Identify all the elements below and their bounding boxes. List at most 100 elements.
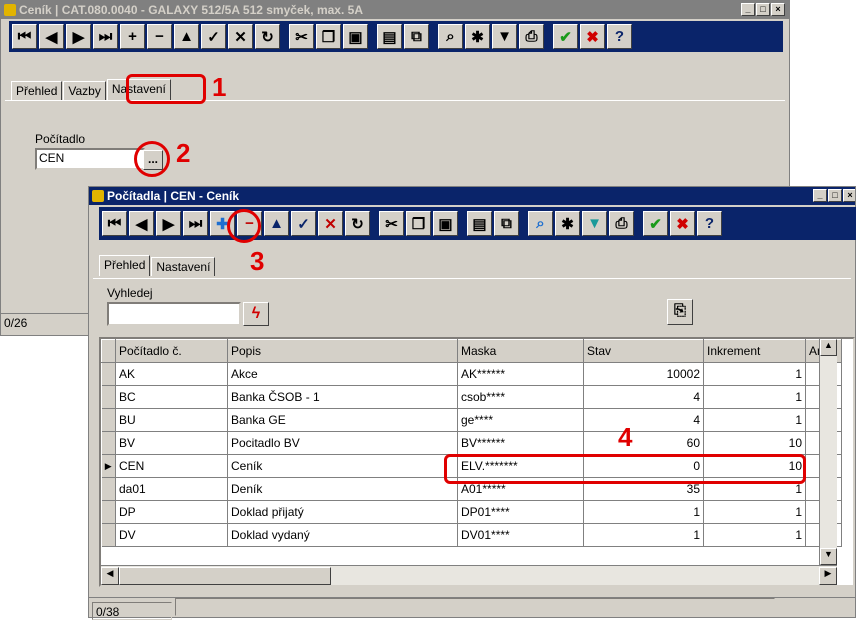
refresh-icon[interactable]: ↻ (255, 24, 280, 49)
first-record-icon[interactable]: ⏮ (12, 24, 37, 49)
table-row[interactable]: DV Doklad vydaný DV01**** 1 1 (101, 523, 842, 547)
tab-settings[interactable]: Nastavení (151, 257, 216, 276)
confirm-icon[interactable]: ✓ (291, 211, 316, 236)
close-button[interactable]: × (843, 189, 855, 202)
cell-code[interactable]: BV (115, 431, 228, 455)
cell-description[interactable]: Deník (227, 477, 458, 501)
search-input[interactable] (107, 302, 241, 326)
counter-field[interactable]: CEN (35, 148, 145, 170)
search-icon[interactable]: ⌕ (438, 24, 463, 49)
ok-icon[interactable]: ✔ (553, 24, 578, 49)
filter-icon[interactable]: ▼ (492, 24, 517, 49)
next-record-icon[interactable]: ▶ (66, 24, 91, 49)
maximize-button[interactable]: □ (756, 3, 770, 16)
cell-description[interactable]: Ceník (227, 454, 458, 478)
search-icon[interactable]: ⌕ (528, 211, 553, 236)
scroll-thumb[interactable] (119, 567, 331, 585)
next-record-icon[interactable]: ▶ (156, 211, 181, 236)
table-row[interactable]: BU Banka GE ge**** 4 1 (101, 408, 842, 432)
back-window-titlebar[interactable]: Ceník | CAT.080.0040 - GALAXY 512/5A 512… (1, 1, 789, 19)
link-icon[interactable]: ⧉ (494, 211, 519, 236)
print-icon[interactable]: ⎙ (609, 211, 634, 236)
cell-code[interactable]: DP (115, 500, 228, 524)
first-record-icon[interactable]: ⏮ (102, 211, 127, 236)
tool-icon[interactable]: ✂ (289, 24, 314, 49)
cell-code[interactable]: da01 (115, 477, 228, 501)
document-search-button[interactable]: ⎘ (667, 299, 693, 325)
cancel-icon[interactable]: ✕ (318, 211, 343, 236)
front-window-titlebar[interactable]: Počítadla | CEN - Ceník _ □ × (89, 187, 855, 205)
cell-mask[interactable]: ge**** (457, 408, 584, 432)
close-form-icon[interactable]: ✖ (580, 24, 605, 49)
settings-icon[interactable]: ✱ (555, 211, 580, 236)
prev-record-icon[interactable]: ◀ (129, 211, 154, 236)
copy-icon[interactable]: ❐ (316, 24, 341, 49)
column-header-state[interactable]: Stav (583, 339, 704, 363)
cancel-icon[interactable]: ✕ (228, 24, 253, 49)
table-row[interactable]: BC Banka ČSOB - 1 csob**** 4 1 (101, 385, 842, 409)
confirm-icon[interactable]: ✓ (201, 24, 226, 49)
cell-state[interactable]: 4 (583, 385, 704, 409)
book-icon[interactable]: ▤ (467, 211, 492, 236)
book-icon[interactable]: ▤ (377, 24, 402, 49)
cell-state[interactable]: 4 (583, 408, 704, 432)
cell-mask[interactable]: csob**** (457, 385, 584, 409)
close-button[interactable]: × (771, 3, 785, 16)
filter-icon[interactable]: ▼ (582, 211, 607, 236)
copy-icon[interactable]: ❐ (406, 211, 431, 236)
cell-description[interactable]: Banka ČSOB - 1 (227, 385, 458, 409)
add-icon[interactable]: + (120, 24, 145, 49)
cell-mask[interactable]: BV****** (457, 431, 584, 455)
cell-code[interactable]: BU (115, 408, 228, 432)
tab-overview[interactable]: Přehled (11, 81, 63, 100)
minimize-button[interactable]: _ (813, 189, 827, 202)
cell-mask[interactable]: DV01**** (457, 523, 584, 547)
lightning-search-button[interactable]: ϟ (243, 302, 269, 326)
cell-description[interactable]: Pocitadlo BV (227, 431, 458, 455)
cell-code[interactable]: CEN (115, 454, 228, 478)
cell-increment[interactable]: 1 (703, 408, 806, 432)
column-header-code[interactable]: Počítadlo č. (115, 339, 228, 363)
cell-mask[interactable]: DP01**** (457, 500, 584, 524)
column-header-description[interactable]: Popis (227, 339, 458, 363)
cell-state[interactable]: 10002 (583, 362, 704, 386)
scroll-right-button[interactable]: ▶ (819, 567, 837, 585)
vertical-scrollbar[interactable]: ▲ ▼ (819, 339, 837, 565)
paste-icon[interactable]: ▣ (433, 211, 458, 236)
ok-icon[interactable]: ✔ (643, 211, 668, 236)
print-icon[interactable]: ⎙ (519, 24, 544, 49)
paste-icon[interactable]: ▣ (343, 24, 368, 49)
cell-code[interactable]: AK (115, 362, 228, 386)
horizontal-scrollbar[interactable]: ◀ ▶ (101, 565, 837, 585)
scroll-up-button[interactable]: ▲ (820, 339, 837, 356)
table-row[interactable]: AK Akce AK****** 10002 1 (101, 362, 842, 386)
last-record-icon[interactable]: ⏭ (183, 211, 208, 236)
scroll-down-button[interactable]: ▼ (820, 548, 837, 565)
refresh-icon[interactable]: ↻ (345, 211, 370, 236)
up-icon[interactable]: ▲ (264, 211, 289, 236)
cell-description[interactable]: Banka GE (227, 408, 458, 432)
tool-icon[interactable]: ✂ (379, 211, 404, 236)
prev-record-icon[interactable]: ◀ (39, 24, 64, 49)
cell-state[interactable]: 60 (583, 431, 704, 455)
cell-state[interactable]: 1 (583, 523, 704, 547)
cell-increment[interactable]: 1 (703, 385, 806, 409)
column-header-mask[interactable]: Maska (457, 339, 584, 363)
cell-description[interactable]: Doklad vydaný (227, 523, 458, 547)
close-form-icon[interactable]: ✖ (670, 211, 695, 236)
cell-state[interactable]: 1 (583, 500, 704, 524)
column-header-increment[interactable]: Inkrement (703, 339, 806, 363)
help-icon[interactable]: ? (607, 24, 632, 49)
cell-description[interactable]: Akce (227, 362, 458, 386)
link-icon[interactable]: ⧉ (404, 24, 429, 49)
up-icon[interactable]: ▲ (174, 24, 199, 49)
cell-code[interactable]: BC (115, 385, 228, 409)
cell-description[interactable]: Doklad přijatý (227, 500, 458, 524)
tab-links[interactable]: Vazby (63, 81, 106, 100)
cell-increment[interactable]: 1 (703, 362, 806, 386)
table-row[interactable]: BV Pocitadlo BV BV****** 60 10 (101, 431, 842, 455)
cell-mask[interactable]: AK****** (457, 362, 584, 386)
cell-increment[interactable]: 10 (703, 431, 806, 455)
scroll-left-button[interactable]: ◀ (101, 567, 119, 585)
cell-increment[interactable]: 1 (703, 500, 806, 524)
